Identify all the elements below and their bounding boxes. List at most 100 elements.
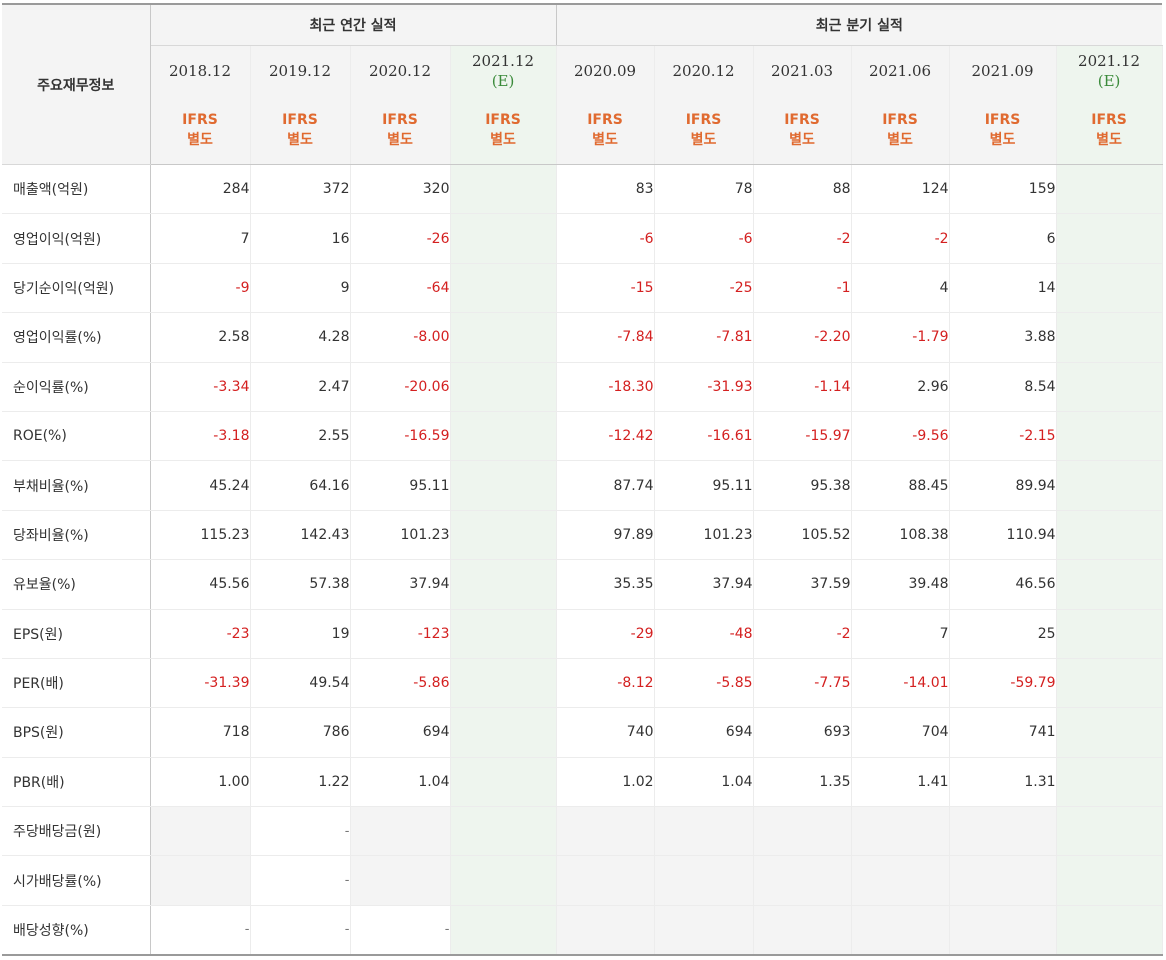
value-cell: -1 [753, 263, 852, 314]
table-row: 부채비율(%) 45.24 64.16 95.11 87.74 95.11 95.38 88.… [2, 460, 1163, 511]
value-cell [450, 312, 557, 363]
value-cell: -9 [150, 263, 251, 314]
accounting-standard-name: IFRS [984, 112, 1021, 128]
value-cell: 35.35 [555, 559, 655, 610]
value-cell: 1.41 [851, 757, 950, 808]
row-label: 매출액(억원) [2, 164, 151, 215]
period-header: 2021.12 (E) [1056, 45, 1163, 96]
value-cell: - [350, 905, 451, 956]
row-label: 시가배당률(%) [2, 855, 151, 906]
value-cell: 2.47 [250, 362, 351, 412]
accounting-standard: IFRS 별도 [450, 96, 557, 165]
value-cell: -64 [350, 263, 451, 314]
value-cell: 1.00 [150, 757, 251, 808]
value-cell: -23 [150, 608, 251, 659]
value-cell: 786 [250, 707, 351, 758]
value-cell: -2.20 [753, 312, 852, 363]
value-cell: -2 [851, 213, 950, 264]
value-cell [851, 806, 950, 857]
row-label: 부채비율(%) [2, 460, 151, 511]
value-cell [450, 608, 557, 659]
value-cell [949, 855, 1057, 906]
value-cell [450, 263, 557, 314]
value-cell: -16.61 [654, 411, 754, 462]
value-cell: -2 [753, 608, 852, 659]
value-cell: 115.23 [150, 510, 251, 561]
value-cell [450, 559, 557, 610]
accounting-standard-type: 별도 [690, 132, 717, 148]
row-label: PER(배) [2, 658, 151, 709]
quarter-group-header: 최근 분기 실적 [555, 4, 1163, 46]
value-cell [555, 855, 655, 906]
value-cell: -9.56 [851, 411, 950, 462]
accounting-standard-name: IFRS [485, 112, 521, 128]
value-cell [450, 460, 557, 511]
value-cell: 16 [250, 213, 351, 264]
value-cell: 37.59 [753, 559, 852, 610]
period-header: 2021.12 (E) [450, 45, 557, 96]
period-label: 2020.09 [574, 62, 637, 80]
value-cell: 39.48 [851, 559, 950, 610]
accounting-standard-type: 별도 [592, 132, 618, 148]
value-cell [1056, 460, 1163, 511]
table-row: 영업이익(억원) 7 16 -26 -6 -6 -2 -2 6 [2, 213, 1163, 264]
value-cell: 105.52 [753, 510, 852, 561]
value-cell: -8.00 [350, 312, 451, 363]
value-cell: -31.39 [150, 658, 251, 709]
accounting-standard-name: IFRS [685, 112, 722, 128]
value-cell [450, 510, 557, 561]
value-cell [1056, 707, 1163, 758]
value-cell: -6 [555, 213, 655, 264]
table-row: 주당배당금(원) - [2, 806, 1163, 857]
value-cell: -8.12 [555, 658, 655, 709]
period-header: 2020.09 [555, 45, 655, 96]
value-cell [949, 806, 1057, 857]
value-cell: 8.54 [949, 362, 1057, 412]
table-row: 매출액(억원) 284 372 320 83 78 88 124 159 [2, 164, 1163, 215]
period-label: 2019.12 [268, 62, 332, 80]
value-cell: -31.93 [654, 362, 754, 412]
value-cell: 372 [250, 164, 351, 215]
value-cell [450, 213, 557, 264]
value-cell: 101.23 [350, 510, 451, 561]
value-cell: 46.56 [949, 559, 1057, 610]
value-cell [450, 362, 557, 412]
value-cell: 97.89 [555, 510, 655, 561]
table-row: 배당성향(%) - - - [2, 905, 1163, 956]
value-cell: 320 [350, 164, 451, 215]
value-cell: 95.11 [350, 460, 451, 511]
value-cell: 124 [851, 164, 950, 215]
row-label: EPS(원) [2, 608, 151, 659]
accounting-standard-name: IFRS [1091, 112, 1127, 128]
value-cell: -6 [654, 213, 754, 264]
value-cell: 740 [555, 707, 655, 758]
value-cell: 88 [753, 164, 852, 215]
value-cell: 37.94 [654, 559, 754, 610]
value-cell: 95.38 [753, 460, 852, 511]
value-cell: 95.11 [654, 460, 754, 511]
value-cell: -123 [350, 608, 451, 659]
value-cell [753, 806, 852, 857]
value-cell: -14.01 [851, 658, 950, 709]
value-cell: 4 [851, 263, 950, 314]
value-cell: 89.94 [949, 460, 1057, 511]
value-cell: - [250, 905, 351, 956]
table-row: BPS(원) 718 786 694 740 694 693 704 741 [2, 707, 1163, 758]
table-row: PBR(배) 1.00 1.22 1.04 1.02 1.04 1.35 1.41 1.31 [2, 757, 1163, 808]
accounting-standard-type: 별도 [887, 132, 913, 148]
value-cell [1056, 905, 1163, 956]
value-cell [450, 855, 557, 906]
value-cell: 108.38 [851, 510, 950, 561]
table-row: 영업이익률(%) 2.58 4.28 -8.00 -7.84 -7.81 -2.20 -1.7… [2, 312, 1163, 363]
row-label: 유보율(%) [2, 559, 151, 610]
value-cell: 7 [150, 213, 251, 264]
row-label: 순이익률(%) [2, 362, 151, 412]
period-label: 2020.12 [368, 62, 432, 80]
period-header: 2021.03 [753, 45, 852, 96]
value-cell: 2.58 [150, 312, 251, 363]
value-cell: -25 [654, 263, 754, 314]
period-label: 2021.09 [971, 62, 1034, 80]
value-cell: 37.94 [350, 559, 451, 610]
value-cell: -59.79 [949, 658, 1057, 709]
value-cell: 741 [949, 707, 1057, 758]
